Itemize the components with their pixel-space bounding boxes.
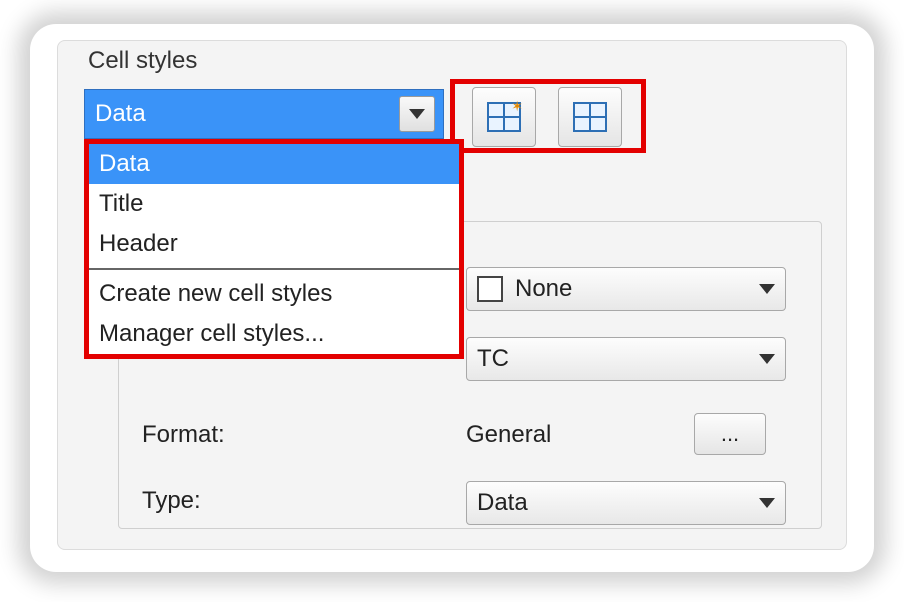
color-swatch-icon: [477, 276, 503, 302]
format-label: Format:: [142, 421, 225, 449]
dropdown-option-data[interactable]: Data: [89, 144, 459, 184]
dropdown-action-create[interactable]: Create new cell styles: [89, 274, 459, 314]
cell-style-selected: Data: [95, 100, 146, 128]
dropdown-separator: [89, 268, 459, 270]
dropdown-option-header[interactable]: Header: [89, 224, 459, 264]
dropdown-option-title[interactable]: Title: [89, 184, 459, 224]
section-label: Cell styles: [84, 47, 201, 75]
ellipsis-label: ...: [721, 421, 739, 447]
type-value: Data: [477, 489, 528, 517]
color-none-combobox[interactable]: None: [466, 267, 786, 311]
cell-style-dropdown-list: Data Title Header Create new cell styles…: [84, 139, 464, 359]
manage-cell-styles-button[interactable]: [558, 87, 622, 147]
type-label: Type:: [142, 487, 201, 515]
chevron-down-icon: [759, 354, 775, 364]
cell-styles-panel: Cell styles Data ✶ None TC: [57, 40, 847, 550]
format-value: General: [466, 421, 551, 449]
dropdown-arrow-icon: [399, 96, 435, 132]
tc-value: TC: [477, 345, 509, 373]
chevron-down-icon: [759, 498, 775, 508]
format-browse-button[interactable]: ...: [694, 413, 766, 455]
table-brush-new-icon: ✶: [487, 102, 521, 132]
new-cell-style-button[interactable]: ✶: [472, 87, 536, 147]
table-brush-icon: [573, 102, 607, 132]
chevron-down-icon: [759, 284, 775, 294]
type-combobox[interactable]: Data: [466, 481, 786, 525]
color-none-value: None: [515, 275, 572, 303]
dropdown-action-manage[interactable]: Manager cell styles...: [89, 314, 459, 354]
tc-combobox[interactable]: TC: [466, 337, 786, 381]
cell-style-combobox[interactable]: Data: [84, 89, 444, 139]
